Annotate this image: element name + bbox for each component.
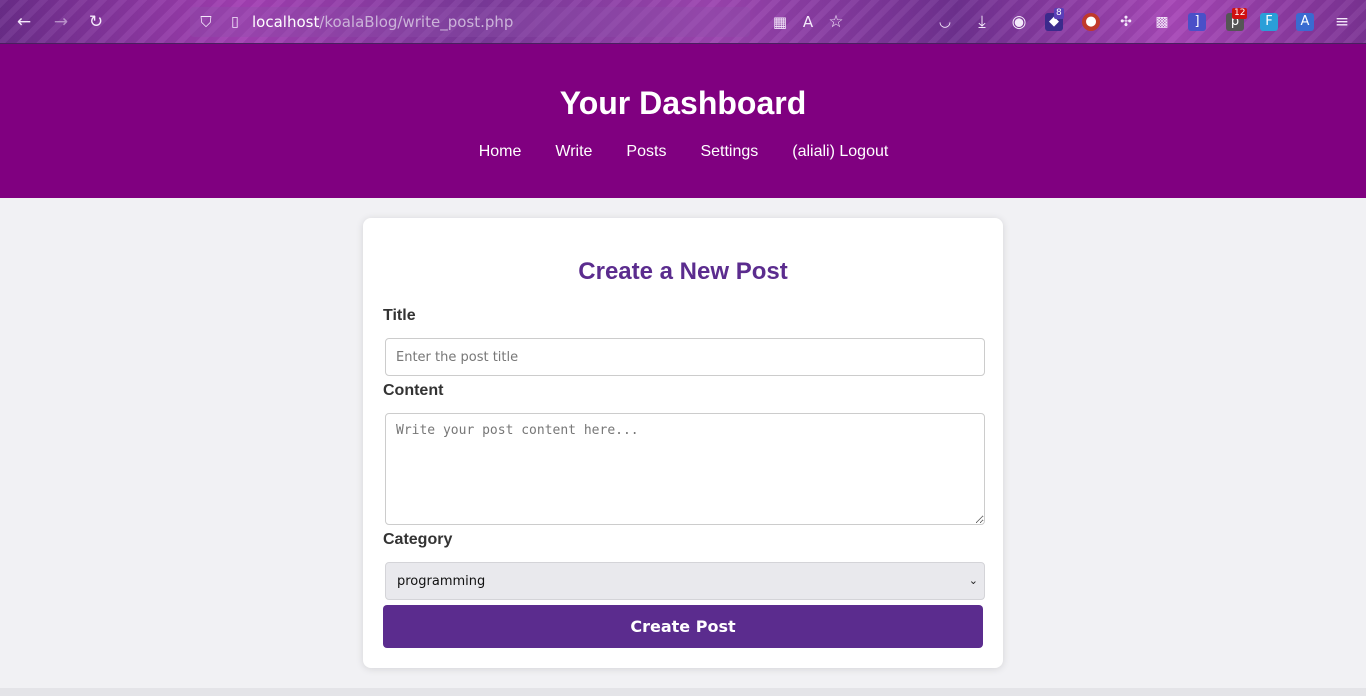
category-label: Category: [383, 531, 453, 548]
category-selected-value: programming: [397, 574, 486, 589]
forward-arrow-icon[interactable]: →: [51, 12, 71, 32]
page-info-icon[interactable]: ▯: [225, 12, 245, 32]
extension-stop-icon[interactable]: ●: [1082, 13, 1100, 31]
apps-grid-icon[interactable]: ▩: [1152, 12, 1172, 32]
content-textarea[interactable]: [385, 413, 985, 525]
download-icon[interactable]: ⤓: [972, 12, 992, 32]
title-label: Title: [383, 307, 416, 324]
extension-badge: 8: [1054, 8, 1064, 19]
nav-logout[interactable]: (aliali) Logout: [792, 143, 888, 161]
nav-posts[interactable]: Posts: [626, 143, 666, 161]
extension-bracket-icon[interactable]: ]: [1188, 13, 1206, 31]
url-host: localhost: [252, 13, 320, 31]
extension-translate-icon[interactable]: A: [1296, 13, 1314, 31]
main-nav: Home Write Posts Settings (aliali) Logou…: [0, 143, 1366, 161]
form-heading: Create a New Post: [578, 258, 788, 285]
reload-icon[interactable]: ↻: [86, 12, 106, 32]
page-bottom-strip: [0, 688, 1366, 696]
url-text[interactable]: localhost/koalaBlog/write_post.php: [252, 13, 513, 31]
page-title: Your Dashboard: [559, 85, 807, 121]
nav-home[interactable]: Home: [479, 143, 522, 161]
category-select[interactable]: programming ⌄: [385, 562, 985, 600]
title-input[interactable]: [385, 338, 985, 376]
nav-settings[interactable]: Settings: [700, 143, 758, 161]
url-path: /koalaBlog/write_post.php: [319, 13, 514, 31]
translate-icon[interactable]: A: [798, 12, 818, 32]
extension-badge-count: 12: [1232, 8, 1248, 19]
nav-write[interactable]: Write: [555, 143, 592, 161]
chevron-down-icon: ⌄: [968, 574, 978, 587]
pocket-icon[interactable]: ◡: [935, 12, 955, 32]
extension-fi-icon[interactable]: F: [1260, 13, 1278, 31]
back-arrow-icon[interactable]: ←: [14, 12, 34, 32]
bookmark-star-icon[interactable]: ☆: [826, 12, 846, 32]
shield-icon[interactable]: ⛉: [196, 12, 216, 32]
account-icon[interactable]: ◉: [1009, 12, 1029, 32]
extensions-puzzle-icon[interactable]: ✣: [1116, 12, 1136, 32]
menu-hamburger-icon[interactable]: ≡: [1332, 12, 1352, 32]
browser-toolbar: ← → ↻ ⛉ ▯ localhost/koalaBlog/write_post…: [0, 0, 1366, 44]
grid-icon[interactable]: ▦: [770, 12, 790, 32]
site-header: Your Dashboard Home Write Posts Settings…: [0, 44, 1366, 198]
create-post-card: Create a New Post Title Content Category…: [363, 218, 1003, 668]
content-label: Content: [383, 382, 444, 399]
create-post-button[interactable]: Create Post: [383, 605, 983, 648]
